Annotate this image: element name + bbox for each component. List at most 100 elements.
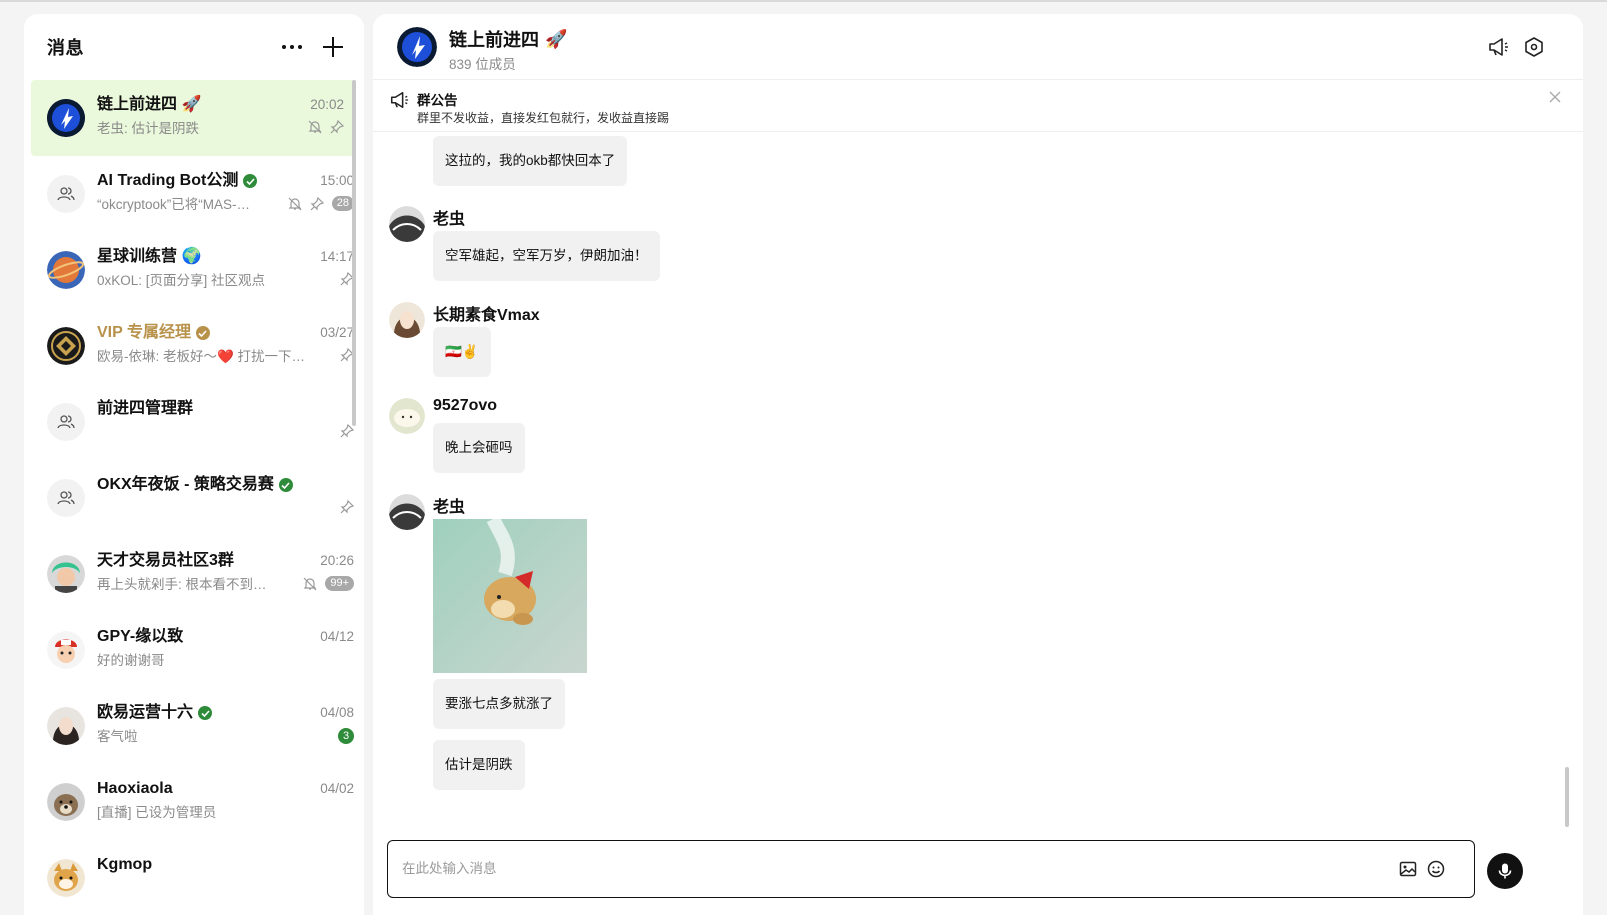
image-icon[interactable] xyxy=(1398,859,1418,879)
announcement-icon[interactable] xyxy=(1487,36,1509,58)
verified-icon xyxy=(278,478,293,492)
close-icon[interactable] xyxy=(1547,89,1563,105)
new-chat-icon[interactable] xyxy=(322,36,344,58)
more-options-icon[interactable] xyxy=(282,39,302,55)
conversation-item[interactable]: 前进四管理群 xyxy=(24,384,364,460)
conversation-item[interactable]: 欧易运营十六 客气啦 04/08 3 xyxy=(24,688,364,764)
conversation-name: Kgmop xyxy=(97,856,153,873)
message-sender[interactable]: 9527ovo xyxy=(433,397,497,415)
conversation-name: 天才交易员社区3群 xyxy=(97,552,234,569)
avatar xyxy=(47,479,85,517)
sidebar-header: 消息 xyxy=(24,14,364,80)
avatar xyxy=(47,707,85,745)
chat-title: 链上前进四 🚀 xyxy=(449,28,568,51)
conversation-time: 04/08 xyxy=(320,705,354,720)
message-bubble[interactable]: 晚上会砸吗 xyxy=(433,423,525,473)
message-list: 这拉的，我的okb都快回本了 老虫 空军雄起，空军万岁，伊朗加油！ 长期素食Vm… xyxy=(373,133,1583,833)
mute-icon xyxy=(308,120,322,134)
conversation-preview: 0xKOL: [页面分享] 社区观点 xyxy=(97,273,266,288)
conversation-time: 04/12 xyxy=(320,629,354,644)
conversation-sidebar: 消息 链上前进四 🚀 老虫: 估计是阴跌 20:02 AI Trading Bo… xyxy=(24,14,364,915)
conversation-item[interactable]: Haoxiaola [直播] 已设为管理员 04/02 xyxy=(24,764,364,840)
conversation-time: 04/02 xyxy=(320,781,354,796)
sidebar-scrollbar[interactable] xyxy=(352,80,356,426)
pin-icon xyxy=(340,424,354,438)
message-sender[interactable]: 长期素食Vmax xyxy=(433,301,540,325)
avatar xyxy=(47,783,85,821)
conversation-name: AI Trading Bot公测 xyxy=(97,171,354,191)
group-announcement[interactable]: 群公告 群里不发收益，直接发红包就行，发收益直接踢 xyxy=(373,80,1583,132)
dog-sticker[interactable] xyxy=(433,519,587,673)
conversation-item[interactable]: 天才交易员社区3群 再上头就剁手: 根本看不到价… 20:26 99+ xyxy=(24,536,364,612)
message-sender[interactable]: 老虫 xyxy=(433,493,465,517)
mute-icon xyxy=(303,577,317,590)
conversation-name: OKX年夜饭 - 策略交易赛 xyxy=(97,475,354,495)
conversation-item[interactable]: 链上前进四 🚀 老虫: 估计是阴跌 20:02 xyxy=(31,80,354,156)
unread-badge: 3 xyxy=(338,728,354,744)
megaphone-icon xyxy=(390,91,409,109)
avatar xyxy=(47,175,85,213)
conversation-item[interactable]: AI Trading Bot公测 “okcryptook”已将“MAS-… 15… xyxy=(24,156,364,232)
pin-icon xyxy=(330,120,344,134)
message-input[interactable] xyxy=(402,841,1382,895)
avatar xyxy=(47,403,85,441)
conversation-time: 20:02 xyxy=(310,97,344,112)
settings-icon[interactable] xyxy=(1523,36,1545,58)
conversation-item[interactable]: 星球训练营 🌍 0xKOL: [页面分享] 社区观点 14:17 xyxy=(24,232,364,308)
member-count: 839 位成员 xyxy=(449,57,516,72)
conversation-name: Haoxiaola xyxy=(97,780,173,797)
message-bubble[interactable]: 空军雄起，空军万岁，伊朗加油！ xyxy=(433,231,660,281)
emoji-icon[interactable] xyxy=(1426,859,1446,879)
avatar[interactable] xyxy=(389,302,425,338)
conversation-item[interactable]: OKX年夜饭 - 策略交易赛 xyxy=(24,460,364,536)
message-composer xyxy=(387,840,1475,898)
avatar xyxy=(47,555,85,593)
conversation-name: 星球训练营 🌍 xyxy=(97,248,202,265)
announcement-title: 群公告 xyxy=(417,93,458,108)
avatar xyxy=(47,251,85,289)
avatar[interactable] xyxy=(389,494,425,530)
sidebar-title: 消息 xyxy=(47,38,84,58)
avatar xyxy=(47,631,85,669)
conversation-time: 14:17 xyxy=(320,249,354,264)
conversation-name: 前进四管理群 xyxy=(97,400,194,417)
message-bubble[interactable]: 估计是阴跌 xyxy=(433,740,525,790)
rocket-icon: 🚀 xyxy=(545,28,568,49)
group-avatar[interactable] xyxy=(397,27,437,67)
conversation-item[interactable]: VIP 专属经理 欧易-依琳: 老板好～❤️ 打扰一下… 03/27 xyxy=(24,308,364,384)
message-sender[interactable]: 老虫 xyxy=(433,205,465,229)
pin-icon xyxy=(310,196,324,210)
conversation-preview: 再上头就剁手: 根本看不到价… xyxy=(97,577,277,592)
verified-icon xyxy=(243,174,258,188)
group-icon xyxy=(57,187,75,201)
microphone-icon xyxy=(1498,863,1512,879)
group-icon xyxy=(57,415,75,429)
conversation-preview: 老虫: 估计是阴跌 xyxy=(97,121,200,136)
conversation-time: 15:00 xyxy=(320,173,354,188)
verified-icon xyxy=(198,706,213,720)
conversation-time: 20:26 xyxy=(320,553,354,568)
voice-record-button[interactable] xyxy=(1487,853,1523,889)
conversation-name: GPY-缘以致 xyxy=(97,628,184,645)
unread-badge: 28 xyxy=(331,196,354,211)
conversation-item[interactable]: Kgmop xyxy=(24,840,364,915)
conversation-preview: 客气啦 xyxy=(97,729,138,744)
conversation-name: 欧易运营十六 xyxy=(97,703,354,723)
chat-scrollbar[interactable] xyxy=(1565,767,1569,827)
conversation-preview: [直播] 已设为管理员 xyxy=(97,805,217,820)
unread-badge: 99+ xyxy=(325,576,354,591)
chat-panel: 链上前进四 🚀 839 位成员 群公告 群里不发收益，直接发红包就行，发收益直接踢… xyxy=(373,14,1583,915)
conversation-preview: 好的谢谢哥 xyxy=(97,653,165,668)
message-bubble[interactable]: 🇮🇷✌️ xyxy=(433,327,491,377)
avatar[interactable] xyxy=(389,206,425,242)
avatar[interactable] xyxy=(389,398,425,434)
avatar xyxy=(47,859,85,897)
chat-header: 链上前进四 🚀 839 位成员 xyxy=(373,14,1583,80)
conversation-preview: “okcryptook”已将“MAS-… xyxy=(97,197,251,212)
message-bubble[interactable]: 这拉的，我的okb都快回本了 xyxy=(433,136,628,186)
announcement-text: 群里不发收益，直接发红包就行，发收益直接踢 xyxy=(417,111,670,125)
verified-icon xyxy=(195,326,210,340)
group-icon xyxy=(57,491,75,505)
message-bubble[interactable]: 要涨七点多就涨了 xyxy=(433,679,565,729)
conversation-item[interactable]: GPY-缘以致 好的谢谢哥 04/12 xyxy=(24,612,364,688)
